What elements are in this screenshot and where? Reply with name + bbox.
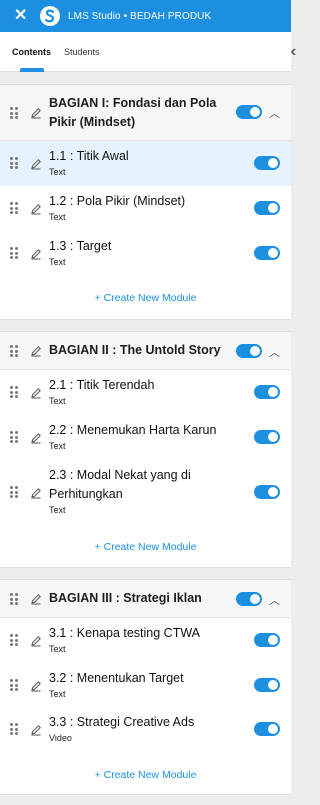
pencil-icon[interactable]: [30, 345, 42, 357]
drag-handle-icon[interactable]: [10, 486, 18, 498]
app-bar: ✕ LMS Studio • BEDAH PRODUK: [0, 0, 291, 32]
drag-handle-icon[interactable]: [10, 723, 18, 735]
section-toggle[interactable]: [236, 344, 262, 358]
pencil-icon[interactable]: [30, 107, 42, 119]
module-toggle[interactable]: [254, 678, 280, 692]
tab-bar: Contents Students ‹‹: [0, 32, 297, 72]
section-toggle[interactable]: [236, 592, 262, 606]
pencil-icon[interactable]: [30, 432, 42, 444]
module-toggle[interactable]: [254, 633, 280, 647]
drag-handle-icon[interactable]: [10, 247, 18, 259]
module-title[interactable]: 1.3 : Target: [49, 237, 111, 256]
module-toggle[interactable]: [254, 246, 280, 260]
module-item[interactable]: 3.3 : Strategi Creative Ads Video: [0, 708, 291, 752]
module-item[interactable]: 1.3 : Target Text: [0, 231, 291, 276]
create-module-link[interactable]: + Create New Module: [0, 769, 291, 781]
drag-handle-icon[interactable]: [10, 634, 18, 646]
tab-contents[interactable]: Contents: [12, 47, 51, 57]
section-3: BAGIAN III : Strategi Iklan ︿ 3.1 : Kena…: [0, 579, 291, 795]
module-type: Text: [49, 441, 66, 451]
logo-icon: [40, 6, 60, 26]
pencil-icon[interactable]: [30, 203, 42, 215]
drag-handle-icon[interactable]: [10, 157, 18, 169]
module-toggle[interactable]: [254, 201, 280, 215]
chevron-up-icon[interactable]: ︿: [269, 105, 280, 121]
chevron-up-icon[interactable]: ︿: [269, 344, 280, 360]
pencil-icon[interactable]: [30, 680, 42, 692]
pencil-icon[interactable]: [30, 635, 42, 647]
create-module-link[interactable]: + Create New Module: [0, 541, 291, 553]
pencil-icon[interactable]: [30, 593, 42, 605]
drag-handle-icon[interactable]: [10, 202, 18, 214]
section-1: BAGIAN I: Fondasi dan Pola Pikir (Mindse…: [0, 84, 291, 320]
module-title[interactable]: 2.1 : Titik Terendah: [49, 376, 154, 395]
module-title[interactable]: 3.2 : Menentukan Target: [49, 669, 184, 688]
pencil-icon[interactable]: [30, 487, 42, 499]
section-header: BAGIAN I: Fondasi dan Pola Pikir (Mindse…: [0, 85, 291, 141]
drag-handle-icon[interactable]: [10, 679, 18, 691]
module-toggle[interactable]: [254, 385, 280, 399]
module-item[interactable]: 2.2 : Menemukan Harta Karun Text: [0, 415, 291, 460]
section-title[interactable]: BAGIAN I: Fondasi dan Pola Pikir (Mindse…: [49, 94, 216, 132]
module-item[interactable]: 3.1 : Kenapa testing CTWA Text: [0, 618, 291, 663]
module-type: Video: [49, 733, 72, 743]
module-title[interactable]: 3.3 : Strategi Creative Ads: [49, 713, 194, 732]
drag-handle-icon[interactable]: [10, 431, 18, 443]
module-title[interactable]: 1.2 : Pola Pikir (Mindset): [49, 192, 185, 211]
module-item[interactable]: 1.1 : Titik Awal Text: [0, 141, 291, 186]
section-title[interactable]: BAGIAN III : Strategi Iklan: [49, 589, 202, 608]
tab-students[interactable]: Students: [64, 47, 100, 57]
module-type: Text: [49, 689, 66, 699]
module-toggle[interactable]: [254, 722, 280, 736]
pencil-icon[interactable]: [30, 724, 42, 736]
active-tab-indicator: [20, 68, 44, 72]
module-type: Text: [49, 396, 66, 406]
module-item[interactable]: 1.2 : Pola Pikir (Mindset) Text: [0, 186, 291, 231]
section-toggle[interactable]: [236, 105, 262, 119]
close-icon[interactable]: ✕: [14, 8, 28, 24]
module-type: Text: [49, 212, 66, 222]
drag-handle-icon[interactable]: [10, 386, 18, 398]
module-toggle[interactable]: [254, 430, 280, 444]
drag-handle-icon[interactable]: [10, 107, 18, 119]
module-item[interactable]: 2.3 : Modal Nekat yang di Perhitungkan T…: [0, 460, 291, 524]
section-2: BAGIAN II : The Untold Story ︿ 2.1 : Tit…: [0, 331, 291, 568]
module-item[interactable]: 2.1 : Titik Terendah Text: [0, 370, 291, 415]
module-item[interactable]: 3.2 : Menentukan Target Text: [0, 663, 291, 708]
module-title[interactable]: 1.1 : Titik Awal: [49, 147, 129, 166]
drag-handle-icon[interactable]: [10, 593, 18, 605]
module-title[interactable]: 2.2 : Menemukan Harta Karun: [49, 421, 216, 440]
drag-handle-icon[interactable]: [10, 345, 18, 357]
section-header: BAGIAN II : The Untold Story ︿: [0, 332, 291, 370]
module-type: Text: [49, 167, 66, 177]
module-title[interactable]: 3.1 : Kenapa testing CTWA: [49, 624, 200, 643]
module-title[interactable]: 2.3 : Modal Nekat yang di Perhitungkan: [49, 466, 191, 504]
section-title[interactable]: BAGIAN II : The Untold Story: [49, 341, 221, 360]
pencil-icon[interactable]: [30, 248, 42, 260]
chevron-up-icon[interactable]: ︿: [269, 592, 280, 608]
create-module-link[interactable]: + Create New Module: [0, 292, 291, 304]
pencil-icon[interactable]: [30, 158, 42, 170]
section-header: BAGIAN III : Strategi Iklan ︿: [0, 580, 291, 618]
module-toggle[interactable]: [254, 485, 280, 499]
app-title: LMS Studio • BEDAH PRODUK: [68, 10, 212, 22]
module-type: Text: [49, 505, 66, 515]
module-toggle[interactable]: [254, 156, 280, 170]
module-type: Text: [49, 644, 66, 654]
pencil-icon[interactable]: [30, 387, 42, 399]
module-type: Text: [49, 257, 66, 267]
